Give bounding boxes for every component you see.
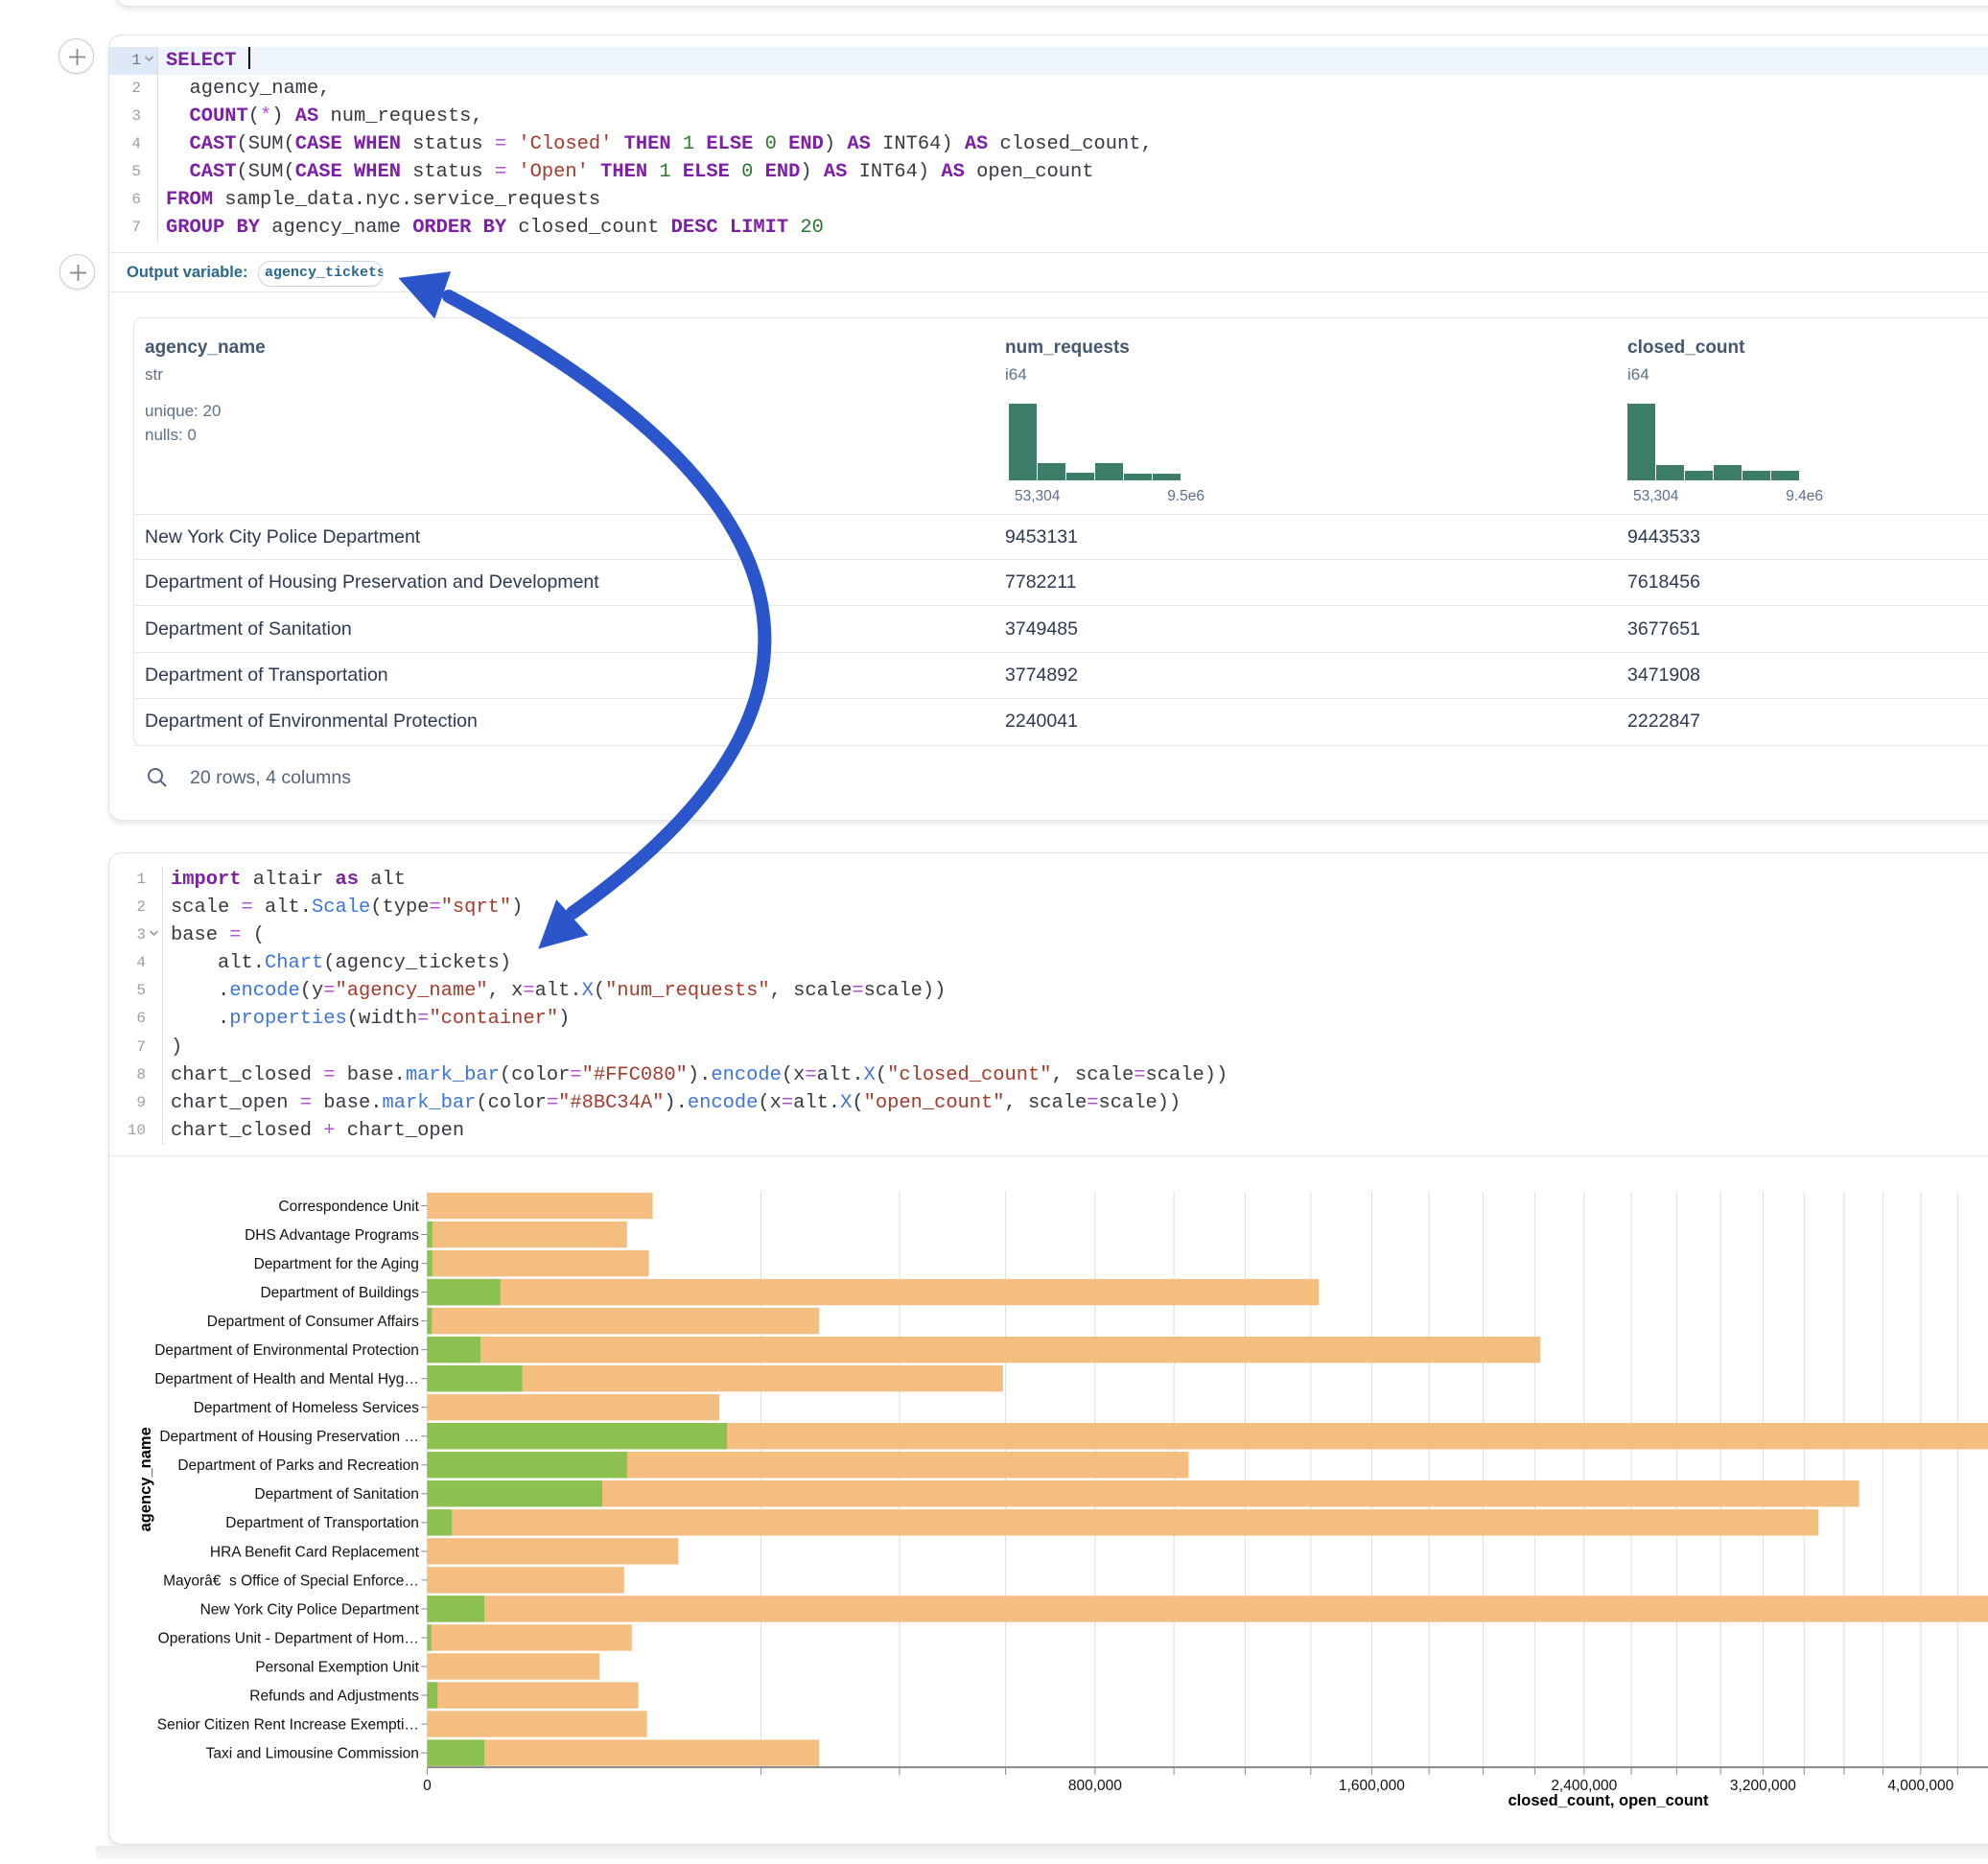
svg-text:Department of Housing Preserva: Department of Housing Preservation … [159,1429,419,1445]
svg-text:Mayorâ€ s Office of Special E: Mayorâ€ s Office of Special Enforce… [163,1573,419,1589]
svg-text:DHS Advantage Programs: DHS Advantage Programs [245,1227,419,1244]
svg-text:Taxi and Limousine Commission: Taxi and Limousine Commission [206,1746,419,1762]
svg-text:Department of Consumer Affairs: Department of Consumer Affairs [207,1314,419,1330]
svg-text:Department of Homeless Service: Department of Homeless Services [194,1400,419,1416]
svg-text:0: 0 [423,1778,432,1794]
svg-text:Operations Unit - Department o: Operations Unit - Department of Hom… [158,1630,419,1646]
svg-text:Senior Citizen Rent Increase E: Senior Citizen Rent Increase Exempti… [157,1717,419,1734]
svg-text:1,600,000: 1,600,000 [1339,1778,1405,1794]
svg-text:Department for the Aging: Department for the Aging [254,1256,419,1272]
svg-text:Department of Parks and Recrea: Department of Parks and Recreation [177,1457,419,1474]
svg-text:Refunds and Adjustments: Refunds and Adjustments [249,1688,419,1704]
svg-text:Personal Exemption Unit: Personal Exemption Unit [255,1659,419,1675]
svg-text:Department of Environmental Pr: Department of Environmental Protection [154,1342,419,1359]
svg-text:agency_name: agency_name [137,1427,154,1531]
svg-text:Department of Transportation: Department of Transportation [225,1515,419,1531]
svg-text:New York City Police Departmen: New York City Police Department [200,1601,420,1618]
svg-text:4,000,000: 4,000,000 [1887,1778,1953,1794]
svg-text:HRA Benefit Card Replacement: HRA Benefit Card Replacement [210,1544,420,1560]
svg-text:Department of Health and Menta: Department of Health and Mental Hyg… [154,1371,419,1387]
svg-text:Department of Buildings: Department of Buildings [260,1285,419,1301]
svg-text:Correspondence Unit: Correspondence Unit [278,1199,419,1215]
svg-text:3,200,000: 3,200,000 [1730,1778,1796,1794]
svg-text:Department of Sanitation: Department of Sanitation [254,1486,418,1503]
svg-text:closed_count, open_count: closed_count, open_count [1508,1792,1709,1809]
svg-text:800,000: 800,000 [1068,1778,1122,1794]
